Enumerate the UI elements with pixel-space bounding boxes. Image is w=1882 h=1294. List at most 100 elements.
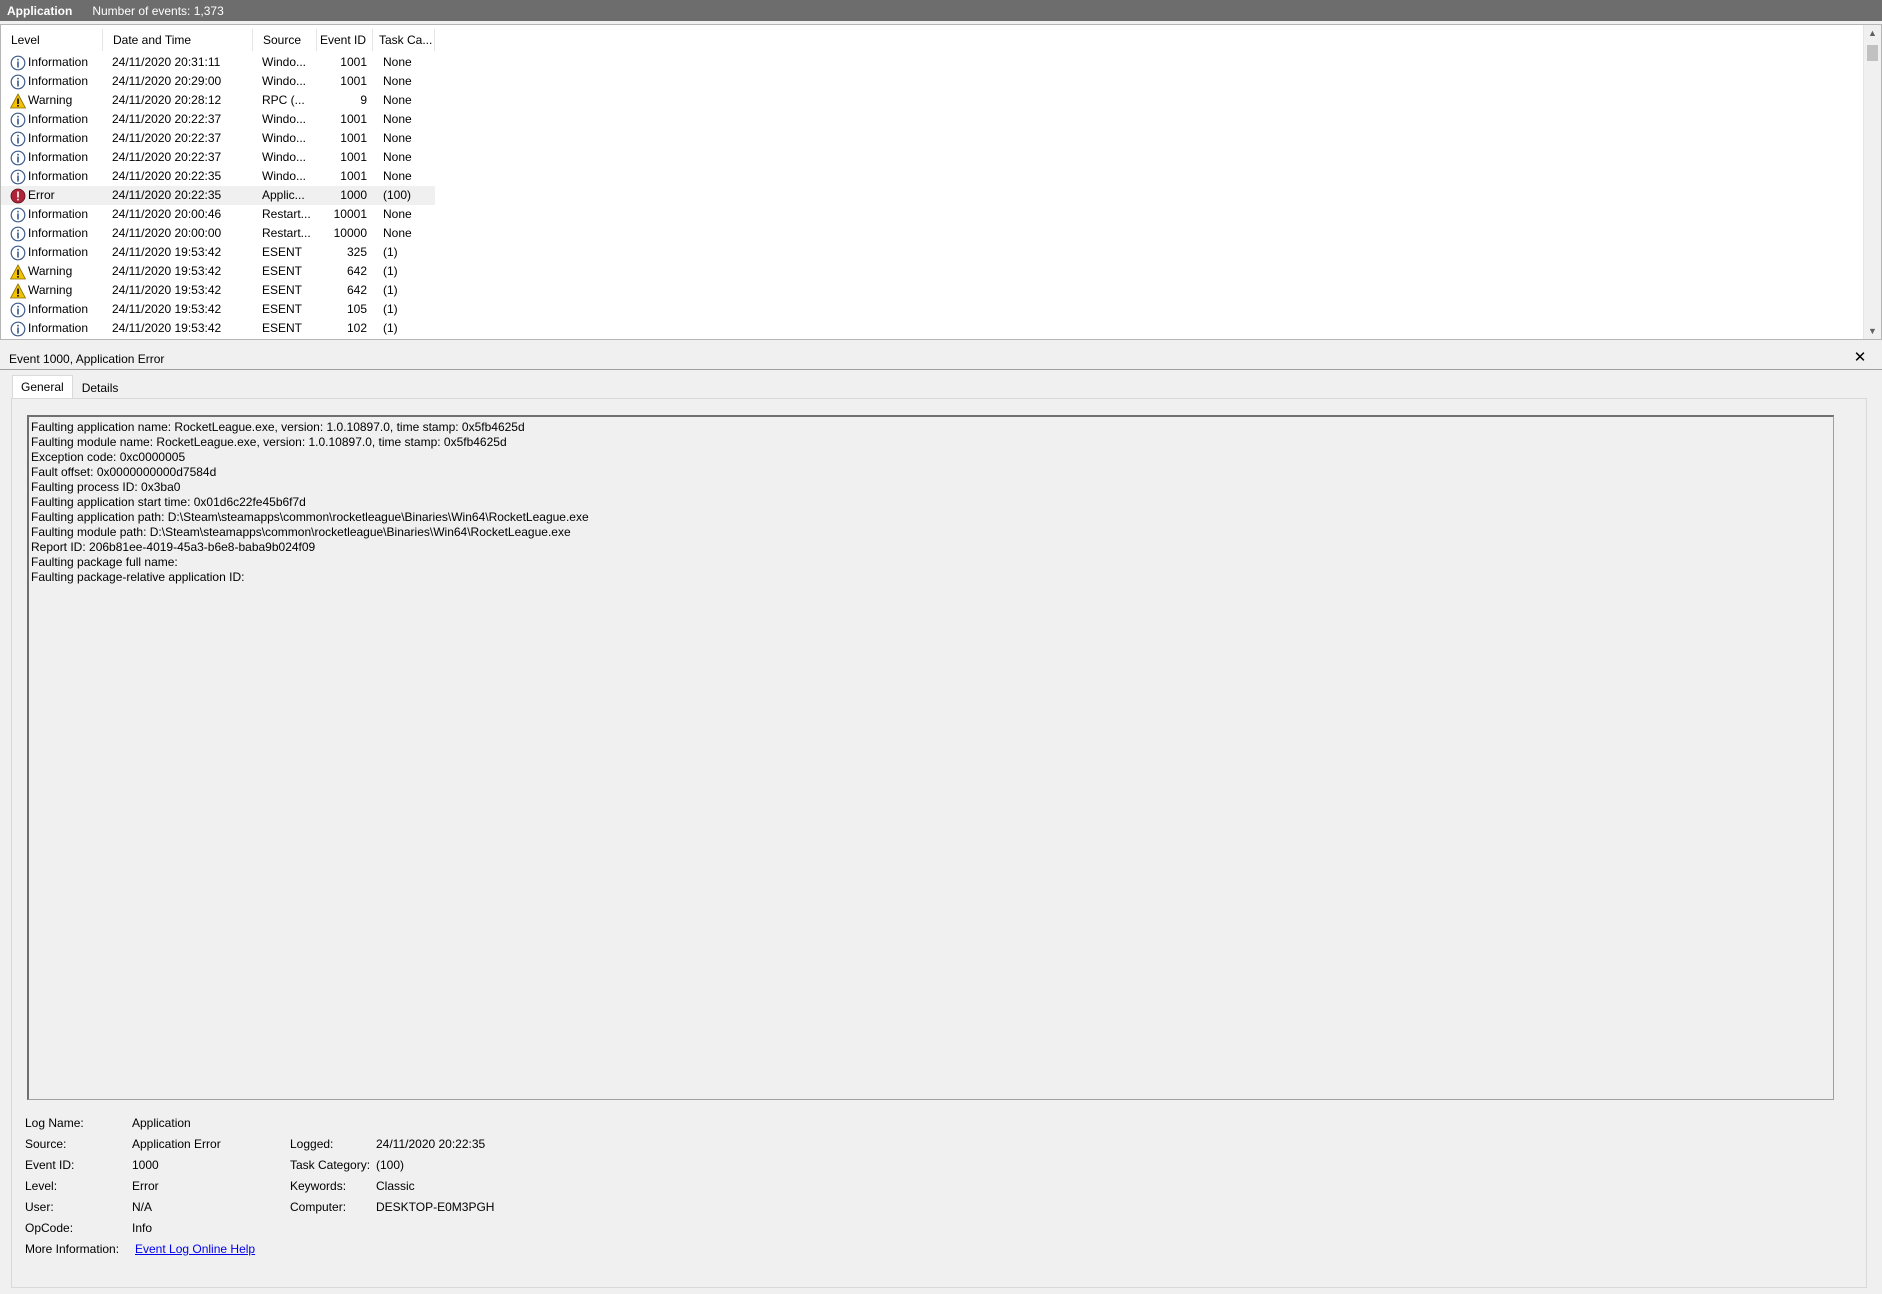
- task-category-cell: None: [383, 207, 412, 221]
- event-id-cell: 1001: [340, 112, 367, 126]
- task-category-cell: (1): [383, 321, 398, 335]
- date-cell: 24/11/2020 20:22:35: [112, 188, 222, 202]
- date-cell: 24/11/2020 20:22:37: [112, 131, 222, 145]
- event-id-cell: 10001: [333, 207, 367, 221]
- description-line: Faulting application path: D:\Steam\stea…: [31, 510, 589, 524]
- error-icon: [10, 188, 26, 204]
- column-header-date[interactable]: Date and Time: [103, 29, 253, 51]
- close-icon[interactable]: ✕: [1852, 349, 1868, 367]
- task-category-label: Task Category:: [290, 1158, 371, 1172]
- event-log-online-help-link[interactable]: Event Log Online Help: [135, 1241, 255, 1257]
- information-icon: [10, 226, 26, 242]
- event-count: Number of events: 1,373: [92, 3, 224, 18]
- date-cell: 24/11/2020 19:53:42: [112, 245, 222, 259]
- level-text: Information: [28, 207, 89, 221]
- level-cell: Warning: [1, 91, 103, 110]
- level-text: Warning: [28, 283, 73, 297]
- tab-details[interactable]: Details: [73, 377, 128, 399]
- source-cell: ESENT: [262, 302, 303, 316]
- table-row[interactable]: Information 24/11/2020 20:00:00 Restart...…: [1, 224, 435, 243]
- table-row[interactable]: Information 24/11/2020 19:53:42 ESENT 102 (1…: [1, 319, 435, 338]
- table-row[interactable]: Information 24/11/2020 20:00:46 Restart...…: [1, 205, 435, 224]
- column-header-source[interactable]: Source: [253, 29, 317, 51]
- date-cell: 24/11/2020 20:22:35: [112, 169, 222, 183]
- description-line: Fault offset: 0x0000000000d7584d: [31, 465, 217, 479]
- level-text: Information: [28, 321, 89, 335]
- table-row[interactable]: Information 24/11/2020 19:53:42 ESENT 325 (1…: [1, 243, 435, 262]
- level-label: Level:: [25, 1179, 58, 1193]
- column-header-event-id[interactable]: Event ID: [317, 29, 373, 51]
- information-icon: [10, 131, 26, 147]
- date-cell: 24/11/2020 20:28:12: [112, 93, 222, 107]
- information-icon: [10, 207, 26, 223]
- table-row[interactable]: Warning 24/11/2020 20:28:12 RPC (... 9 None: [1, 91, 435, 110]
- computer-label: Computer:: [290, 1200, 347, 1214]
- level-text: Information: [28, 169, 89, 183]
- table-row[interactable]: Information 24/11/2020 20:22:37 Windo... 10…: [1, 148, 435, 167]
- level-text: Error: [28, 188, 55, 202]
- log-name-label: Log Name:: [25, 1116, 84, 1130]
- information-icon: [10, 169, 26, 185]
- event-list-scrollbar[interactable]: ▲ ▼: [1863, 25, 1881, 339]
- scrollbar-thumb[interactable]: [1867, 45, 1878, 61]
- table-row[interactable]: Information 24/11/2020 20:22:37 Windo... 10…: [1, 129, 435, 148]
- level-cell: Warning: [1, 262, 103, 281]
- level-cell: Information: [1, 167, 103, 186]
- event-id-cell: 1001: [340, 131, 367, 145]
- description-line: Faulting process ID: 0x3ba0: [31, 480, 181, 494]
- table-row[interactable]: Warning 24/11/2020 19:53:42 ESENT 642 (1): [1, 281, 435, 300]
- table-row[interactable]: Warning 24/11/2020 19:53:42 ESENT 642 (1): [1, 262, 435, 281]
- source-cell: Applic...: [262, 188, 305, 202]
- level-cell: Information: [1, 300, 103, 319]
- task-category-value: (100): [376, 1158, 405, 1172]
- table-row[interactable]: Information 24/11/2020 20:22:37 Windo... 10…: [1, 110, 435, 129]
- level-text: Information: [28, 55, 89, 69]
- event-id-cell: 642: [346, 283, 367, 297]
- source-cell: ESENT: [262, 245, 303, 259]
- table-row[interactable]: Error 24/11/2020 20:22:35 Applic... 1000 (10…: [1, 186, 435, 205]
- description-line: Exception code: 0xc0000005: [31, 450, 186, 464]
- date-cell: 24/11/2020 19:53:42: [112, 264, 222, 278]
- task-category-cell: (1): [383, 283, 398, 297]
- event-rows: Information 24/11/2020 20:31:11 Windo... 10…: [1, 53, 435, 338]
- date-cell: 24/11/2020 20:00:00: [112, 226, 222, 240]
- scroll-down-icon[interactable]: ▼: [1864, 323, 1881, 339]
- source-cell: RPC (...: [262, 93, 305, 107]
- column-header-level[interactable]: Level: [1, 29, 103, 51]
- source-cell: ESENT: [262, 264, 303, 278]
- level-cell: Information: [1, 53, 103, 72]
- table-row[interactable]: Information 24/11/2020 19:53:42 ESENT 105 (1…: [1, 300, 435, 319]
- level-text: Information: [28, 226, 89, 240]
- source-cell: Restart...: [262, 207, 311, 221]
- table-row[interactable]: Information 24/11/2020 20:31:11 Windo... 10…: [1, 53, 435, 72]
- level-text: Information: [28, 112, 89, 126]
- event-id-cell: 1001: [340, 55, 367, 69]
- date-cell: 24/11/2020 20:22:37: [112, 150, 222, 164]
- level-text: Information: [28, 150, 89, 164]
- event-id-cell: 1001: [340, 74, 367, 88]
- log-title-bar: Application Number of events: 1,373: [0, 0, 1882, 21]
- level-cell: Information: [1, 319, 103, 338]
- information-icon: [10, 321, 26, 337]
- source-cell: Windo...: [262, 169, 307, 183]
- task-category-cell: None: [383, 93, 412, 107]
- column-header-task-category[interactable]: Task Ca...: [373, 29, 435, 51]
- tab-general[interactable]: General: [12, 375, 73, 399]
- scroll-up-icon[interactable]: ▲: [1864, 25, 1881, 41]
- task-category-cell: None: [383, 55, 412, 69]
- task-category-cell: (100): [383, 188, 412, 202]
- warning-icon: [9, 92, 27, 109]
- level-text: Information: [28, 302, 89, 316]
- description-line: Faulting application start time: 0x01d6c…: [31, 495, 306, 509]
- task-category-cell: (1): [383, 245, 398, 259]
- description-line: Faulting application name: RocketLeague.…: [31, 420, 525, 434]
- level-cell: Information: [1, 129, 103, 148]
- source-cell: Windo...: [262, 131, 307, 145]
- logged-label: Logged:: [290, 1137, 334, 1151]
- event-description[interactable]: Faulting application name: RocketLeague.…: [27, 415, 1834, 1100]
- event-id-cell: 1000: [340, 188, 367, 202]
- table-row[interactable]: Information 24/11/2020 20:29:00 Windo... 10…: [1, 72, 435, 91]
- source-cell: Windo...: [262, 112, 307, 126]
- event-list[interactable]: Level Date and Time Source Event ID Task…: [0, 24, 1882, 340]
- table-row[interactable]: Information 24/11/2020 20:22:35 Windo... 10…: [1, 167, 435, 186]
